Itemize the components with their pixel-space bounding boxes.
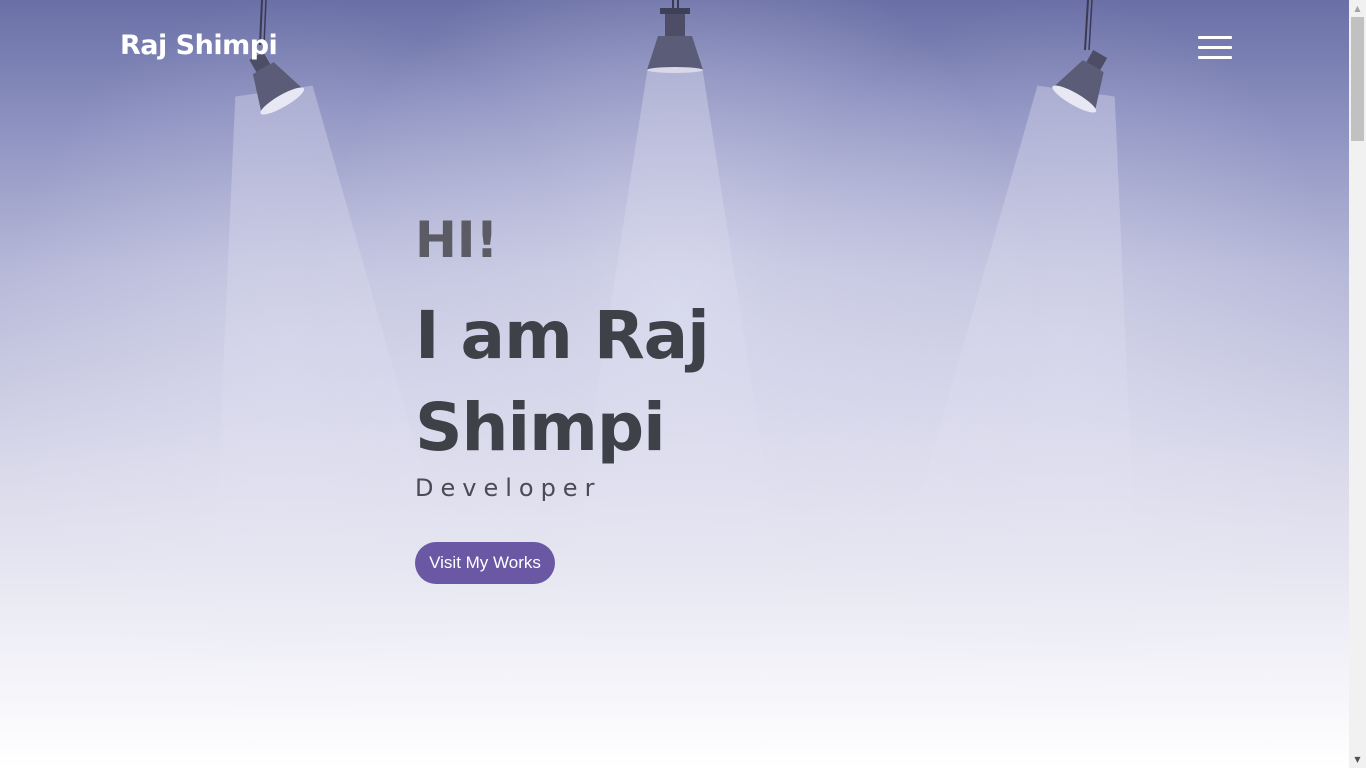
hero-role: Developer [415,474,602,502]
hero-section: Raj Shimpi HI! I am Raj Shimpi Developer… [0,0,1349,768]
visit-works-button[interactable]: Visit My Works [415,542,555,584]
hero-greeting: HI! [415,211,499,269]
site-logo[interactable]: Raj Shimpi [120,30,278,61]
hero-name: I am Raj Shimpi [415,297,710,466]
spotlight-left-icon [249,0,305,115]
scroll-up-icon[interactable]: ▲ [1349,0,1366,17]
menu-bar [1198,36,1232,39]
spotlight-center-icon [647,0,703,73]
scroll-down-icon[interactable]: ▼ [1349,751,1366,768]
menu-bar [1198,56,1232,59]
light-beam-right [882,75,1217,666]
hamburger-menu-icon[interactable] [1198,36,1232,62]
scroll-thumb[interactable] [1351,17,1364,141]
spotlight-right-icon [1052,0,1108,113]
menu-bar [1198,46,1232,49]
vertical-scrollbar[interactable]: ▲ ▼ [1349,0,1366,768]
hero-content: HI! I am Raj Shimpi Developer [415,210,735,502]
